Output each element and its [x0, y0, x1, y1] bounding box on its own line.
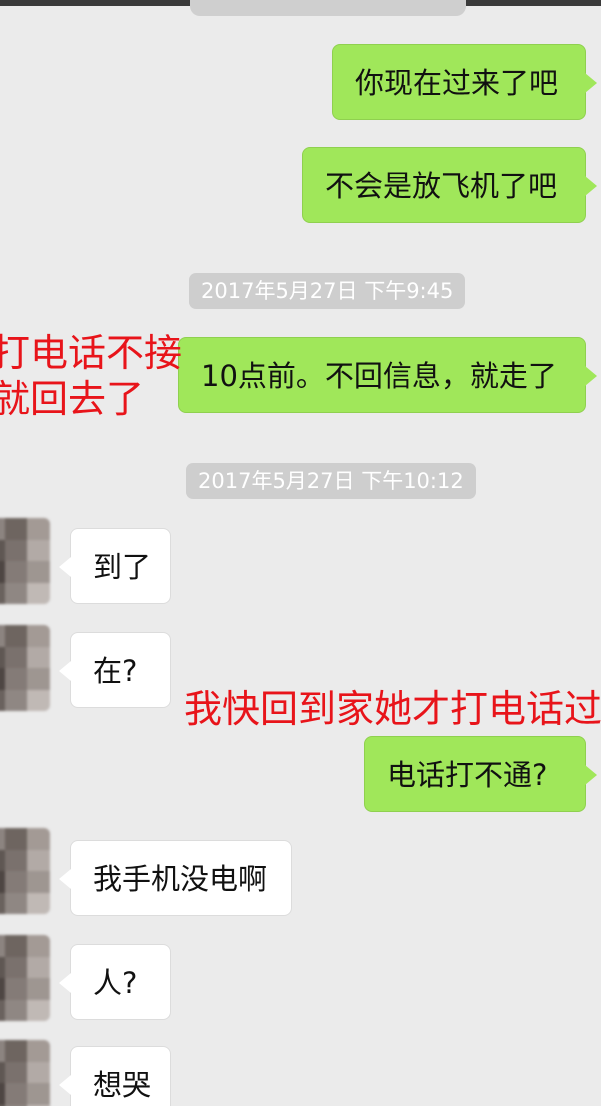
top-timestamp-pill [190, 0, 466, 16]
outgoing-message-bubble[interactable]: 电话打不通? [364, 736, 597, 812]
annotation-line: 就回去了 [0, 377, 145, 421]
incoming-message-bubble[interactable]: 在? [59, 632, 171, 708]
contact-avatar[interactable] [0, 828, 50, 914]
message-text: 到了 [93, 550, 152, 584]
red-annotation: 我快回到家她才打电话过 [184, 687, 601, 731]
message-timestamp: 2017年5月27日 下午9:45 [189, 273, 466, 309]
contact-avatar[interactable] [0, 1040, 50, 1106]
incoming-message-bubble[interactable]: 人? [59, 944, 171, 1020]
message-text: 不会是放飞机了吧 [325, 169, 558, 203]
message-timestamp: 2017年5月27日 下午10:12 [186, 463, 476, 499]
message-text: 10点前。不回信息，就走了 [201, 359, 557, 393]
outgoing-message-bubble[interactable]: 你现在过来了吧 [332, 44, 597, 120]
incoming-message-bubble[interactable]: 我手机没电啊 [59, 840, 292, 916]
message-text: 我手机没电啊 [93, 862, 268, 896]
contact-avatar[interactable] [0, 935, 50, 1021]
message-text: 你现在过来了吧 [355, 66, 559, 100]
red-annotation: 打电话不接 就回去了 [0, 330, 182, 422]
incoming-message-bubble[interactable]: 想哭 [59, 1046, 171, 1106]
contact-avatar[interactable] [0, 518, 50, 604]
outgoing-message-bubble[interactable]: 不会是放飞机了吧 [302, 147, 597, 223]
contact-avatar[interactable] [0, 625, 50, 711]
annotation-line: 打电话不接 [0, 331, 183, 375]
message-text: 在? [93, 654, 138, 688]
message-text: 人? [93, 966, 138, 1000]
outgoing-message-bubble[interactable]: 10点前。不回信息，就走了 [178, 337, 597, 413]
message-text: 电话打不通? [387, 758, 548, 792]
incoming-message-bubble[interactable]: 到了 [59, 528, 171, 604]
chat-screen: 你现在过来了吧 不会是放飞机了吧 2017年5月27日 下午9:45 10点前。… [0, 0, 601, 1106]
message-text: 想哭 [93, 1068, 152, 1102]
